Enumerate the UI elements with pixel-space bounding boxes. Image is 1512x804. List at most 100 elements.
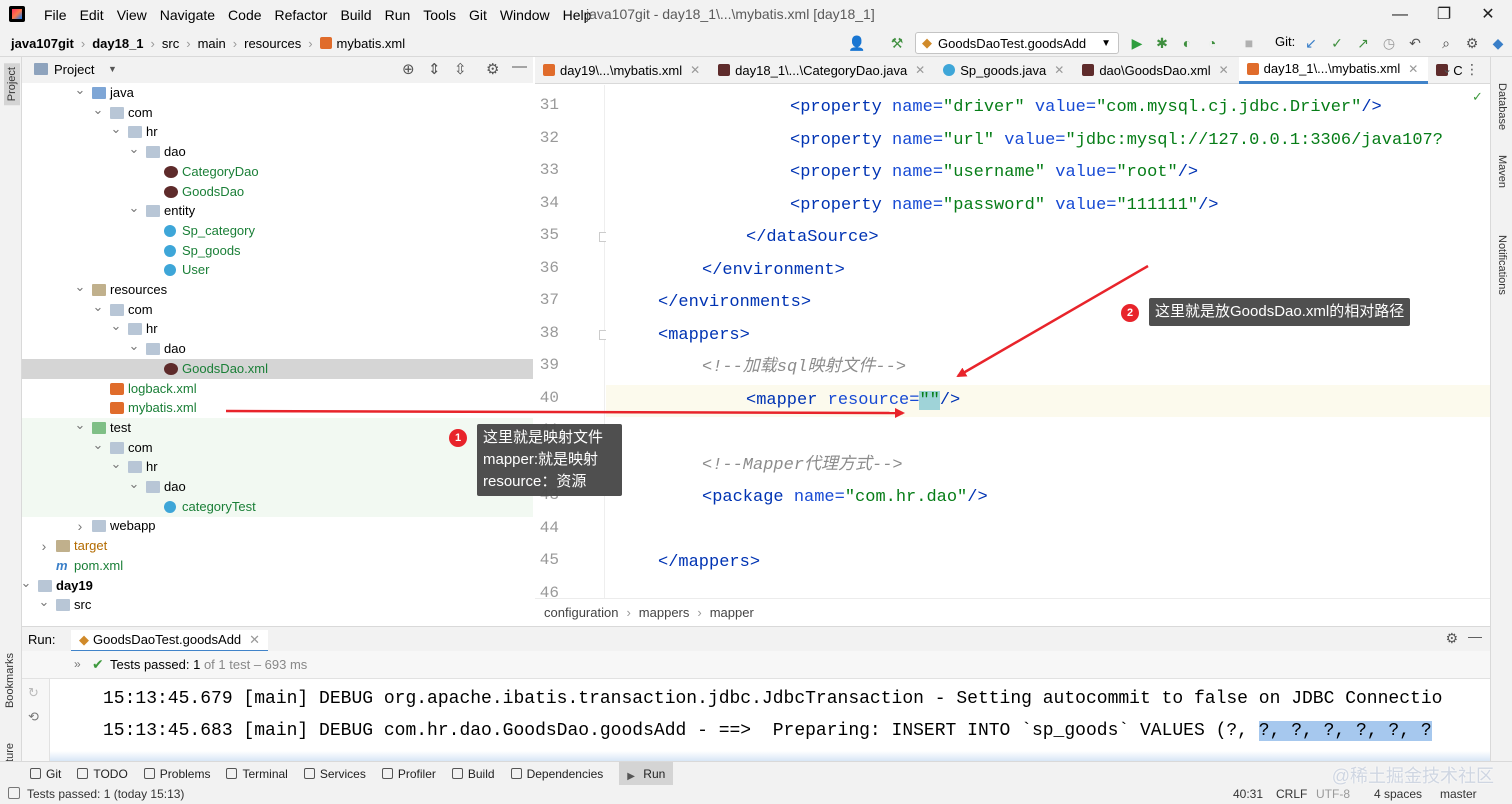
git-update-icon[interactable]: ↙ [1300,32,1322,54]
gear-icon[interactable]: ⚙ [486,60,499,78]
editor-tab[interactable]: day18_1\...\CategoryDao.java ✕ [710,57,935,84]
menu-item-edit[interactable]: Edit [80,7,104,23]
build-hammer-icon[interactable]: ⚒ [886,32,908,54]
chevron-down-icon[interactable]: ⌄ [74,415,86,435]
collapse-all-icon[interactable]: ⇳ [454,60,467,78]
gear-icon[interactable]: ⚙ [1445,630,1458,647]
chevron-down-icon[interactable]: ⌄ [110,119,122,139]
chevron-right-icon[interactable]: › [38,536,50,556]
bookmarks-tool-button[interactable]: Bookmarks [4,653,16,708]
tree-node[interactable]: › target [22,536,533,556]
tool-window-dependencies[interactable]: Dependencies [510,762,603,786]
search-icon[interactable]: ⌕ [1435,32,1457,54]
breadcrumb-item[interactable]: resources [244,36,301,51]
maximize-button[interactable]: ❐ [1422,2,1466,28]
tool-window-services[interactable]: Services [303,762,366,786]
tree-node[interactable]: User [22,260,533,280]
console-output[interactable]: 15:13:45.679 [main] DEBUG org.apache.iba… [50,679,1490,761]
more-tabs-icon[interactable]: ⋮ [1465,61,1479,78]
chevron-right-icon[interactable]: › [74,516,86,536]
chevron-down-icon[interactable]: ⌄ [110,316,122,336]
menu-item-file[interactable]: File [44,7,67,23]
editor-breadcrumb-item[interactable]: mapper [710,605,754,620]
notifications-tool-button[interactable]: Notifications [1496,235,1508,295]
toggle-auto-test-icon[interactable]: ⟲ [28,709,39,725]
profile-icon[interactable]: ◔ [1201,32,1223,54]
breadcrumb-item[interactable]: main [198,36,226,51]
tree-node[interactable]: ⌄ com [22,297,533,320]
tree-node[interactable]: ⌄ hr [22,454,533,478]
chevron-down-icon[interactable]: ⌄ [128,198,140,218]
menu-item-window[interactable]: Window [500,7,550,23]
menu-item-code[interactable]: Code [228,7,261,23]
maven-tool-button[interactable]: Maven [1496,155,1508,188]
tree-node[interactable]: ⌄ com [22,102,533,123]
jetbrains-toolbox-icon[interactable]: ◆ [1487,32,1509,54]
hide-panel-icon[interactable]: — [512,58,527,75]
line-separator[interactable]: CRLF [1276,787,1307,801]
git-push-icon[interactable]: ↗ [1352,32,1374,54]
menu-item-git[interactable]: Git [469,7,487,23]
close-button[interactable]: ✕ [1466,2,1510,28]
breadcrumb-item[interactable]: day18_1 [92,36,143,51]
chevron-down-icon[interactable]: ⌄ [128,139,140,159]
caret-position[interactable]: 40:31 [1233,787,1263,801]
tool-window-build[interactable]: Build [451,762,495,786]
tool-window-run[interactable]: ▶ Run [619,761,674,786]
tree-node[interactable]: logback.xml [22,379,533,399]
status-message[interactable]: Tests passed: 1 (today 15:13) [27,787,184,801]
chevron-down-icon[interactable]: ⌄ [22,573,32,593]
tree-node[interactable]: ⌄ dao [22,338,533,359]
tree-node[interactable]: ⌄ entity [22,198,533,221]
chevron-down-icon[interactable]: ▼ [108,64,117,74]
tree-node[interactable]: GoodsDao.xml [22,358,533,379]
close-icon[interactable]: ✕ [690,63,700,77]
tree-node[interactable]: Sp_goods [22,241,533,261]
indent-setting[interactable]: 4 spaces [1374,787,1422,801]
breadcrumb-item[interactable]: java107git [11,36,74,51]
expand-all-icon[interactable]: ⇕ [428,60,441,78]
chevron-down-icon[interactable]: ⌄ [38,592,50,612]
status-panel-icon[interactable] [8,787,20,799]
close-icon[interactable]: ✕ [915,63,925,77]
tree-node[interactable]: ⌄ day19 [22,573,533,596]
chevron-down-icon[interactable]: ⌄ [92,297,104,317]
editor-breadcrumb-item[interactable]: mappers [639,605,690,620]
chevron-down-icon[interactable]: ⌄ [110,454,122,474]
tree-node[interactable]: m pom.xml [22,556,533,576]
database-tool-button[interactable]: Database [1496,83,1508,130]
menu-item-navigate[interactable]: Navigate [160,7,215,23]
tree-node[interactable]: Sp_category [22,221,533,241]
editor-tab[interactable]: day19\...\mybatis.xml ✕ [535,57,710,84]
editor-breadcrumb-item[interactable]: configuration [544,605,618,620]
editor-tab[interactable]: Sp_goods.java ✕ [935,57,1074,84]
minimize-button[interactable]: — [1378,2,1422,28]
tree-node[interactable]: ⌄ dao [22,139,533,162]
tabs-dropdown-icon[interactable]: ⌄ [1442,62,1452,76]
tool-window-problems[interactable]: Problems [143,762,210,786]
menu-item-view[interactable]: View [117,7,147,23]
run-icon[interactable]: ▶ [1126,32,1148,54]
tool-window-terminal[interactable]: Terminal [226,762,288,786]
run-tab[interactable]: ◆ GoodsDaoTest.goodsAdd ✕ [71,630,269,652]
user-icon[interactable]: 👤 [846,32,868,54]
chevron-down-icon[interactable]: ⌄ [92,435,104,455]
chevron-down-icon[interactable]: ⌄ [128,474,140,494]
tree-node[interactable]: ⌄ hr [22,316,533,339]
chevron-down-icon[interactable]: ⌄ [74,83,86,100]
chevron-down-icon[interactable]: ⌄ [74,277,86,297]
settings-gear-icon[interactable]: ⚙ [1461,32,1483,54]
tree-node[interactable]: categoryTest [22,496,533,517]
editor-tab[interactable]: day18_1\...\mybatis.xml ✕ [1238,56,1429,84]
menu-item-build[interactable]: Build [340,7,371,23]
file-encoding[interactable]: UTF-8 [1316,787,1350,801]
debug-icon[interactable]: ✱ [1151,32,1173,54]
tree-node[interactable]: mybatis.xml [22,398,533,418]
breadcrumb-item[interactable]: mybatis.xml [337,36,406,51]
project-panel-title[interactable]: Project [54,62,94,77]
tree-node[interactable]: ⌄ src [22,592,533,615]
locate-icon[interactable]: ⊕ [402,60,415,78]
tool-window-todo[interactable]: TODO [77,762,128,786]
rerun-failed-icon[interactable]: ↻ [28,685,39,701]
project-tool-button[interactable]: Project [4,63,20,106]
